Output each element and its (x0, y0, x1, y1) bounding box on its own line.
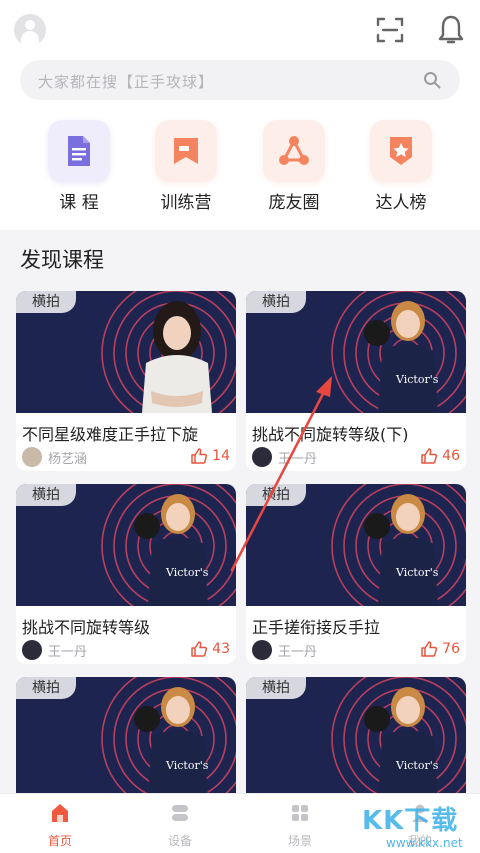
scan-icon[interactable] (376, 16, 404, 44)
tab-scene[interactable]: 场景 (270, 802, 330, 849)
category-course[interactable]: 课 程 (34, 120, 124, 216)
thumb-up-icon (191, 641, 208, 657)
watermark-url: www.kkx.net (386, 836, 463, 850)
category-camp[interactable]: 训练营 (141, 120, 231, 216)
tab-home[interactable]: 首页 (30, 802, 90, 849)
author-avatar (22, 640, 42, 660)
svg-text:Victor's: Victor's (165, 566, 209, 579)
like-number: 14 (212, 448, 230, 464)
home-icon (52, 804, 68, 822)
category-label: 庞友圈 (268, 193, 320, 213)
course-tag: 横拍 (16, 291, 76, 313)
course-thumbnail: Victor's 横拍 (16, 677, 236, 799)
section-title: 发现课程 (20, 248, 104, 272)
tab-device[interactable]: 设备 (150, 802, 210, 849)
like-count[interactable]: 76 (420, 640, 460, 658)
thumb-up-icon (421, 448, 438, 464)
watermark-logo: KK下载 www.kkx.net (362, 800, 480, 853)
course-tag: 横拍 (16, 484, 76, 506)
author-avatar (252, 640, 272, 660)
course-thumbnail: Victor's 横拍 (16, 484, 236, 606)
document-icon (48, 120, 110, 182)
course-thumbnail: Victor's 横拍 (246, 677, 466, 799)
course-card[interactable]: Victor's 横拍 挑战不同旋转等级 王一丹 43 (16, 484, 236, 664)
course-thumbnail: 横拍 (16, 291, 236, 413)
share-nodes-icon (263, 120, 325, 182)
course-card[interactable]: Victor's 横拍 正手搓衔接反手拉 王一丹 76 (246, 484, 466, 664)
like-number: 76 (442, 641, 460, 657)
course-title: 挑战不同旋转等级 (22, 618, 151, 637)
course-card[interactable]: 横拍 不同星级难度正手拉下旋 杨艺涵 14 (16, 291, 236, 471)
watermark-text: KK下载 (362, 806, 459, 836)
course-tag: 横拍 (16, 677, 76, 699)
like-count[interactable]: 46 (420, 447, 460, 465)
search-icon[interactable] (422, 70, 442, 90)
course-card[interactable]: Victor's 横拍 挑战不同旋转等级(下) 王一丹 46 (246, 291, 466, 471)
course-title: 不同星级难度正手拉下旋 (22, 425, 199, 444)
course-author: 王一丹 (278, 452, 318, 467)
course-thumbnail: Victor's 横拍 (246, 291, 466, 413)
course-tag: 横拍 (246, 677, 306, 699)
like-number: 46 (442, 448, 460, 464)
grid-icon (292, 805, 308, 821)
category-ranking[interactable]: 达人榜 (356, 120, 446, 216)
tab-label: 场景 (287, 834, 312, 848)
category-label: 达人榜 (375, 193, 427, 213)
svg-text:Victor's: Victor's (395, 373, 439, 386)
author-avatar (22, 447, 42, 467)
author-avatar (252, 447, 272, 467)
svg-text:Victor's: Victor's (165, 759, 209, 772)
course-title: 挑战不同旋转等级(下) (252, 425, 409, 444)
course-tag: 横拍 (246, 484, 306, 506)
user-avatar-icon[interactable] (14, 14, 46, 46)
category-circle[interactable]: 庞友圈 (249, 120, 339, 216)
bell-icon[interactable] (436, 14, 466, 46)
svg-text:Victor's: Victor's (395, 759, 439, 772)
svg-text:Victor's: Victor's (395, 566, 439, 579)
course-author: 王一丹 (278, 645, 318, 660)
thumb-up-icon (191, 448, 208, 464)
course-author: 杨艺涵 (48, 452, 88, 467)
tab-label: 首页 (47, 834, 72, 848)
tab-label: 设备 (167, 834, 192, 848)
category-label: 训练营 (160, 193, 212, 213)
device-icon (172, 805, 188, 821)
course-thumbnail: Victor's 横拍 (246, 484, 466, 606)
like-count[interactable]: 43 (190, 640, 230, 658)
thumb-up-icon (421, 641, 438, 657)
like-number: 43 (212, 641, 230, 657)
search-bar[interactable]: 大家都在搜【正手攻球】 (20, 60, 460, 100)
category-label: 课 程 (59, 193, 99, 213)
search-placeholder: 大家都在搜【正手攻球】 (38, 73, 215, 91)
like-count[interactable]: 14 (190, 447, 230, 465)
star-badge-icon (370, 120, 432, 182)
course-title: 正手搓衔接反手拉 (252, 618, 381, 637)
flag-icon (155, 120, 217, 182)
course-author: 王一丹 (48, 645, 88, 660)
top-panel: 大家都在搜【正手攻球】 课 程 训练营 庞友圈 达人榜 (0, 0, 480, 230)
course-tag: 横拍 (246, 291, 306, 313)
